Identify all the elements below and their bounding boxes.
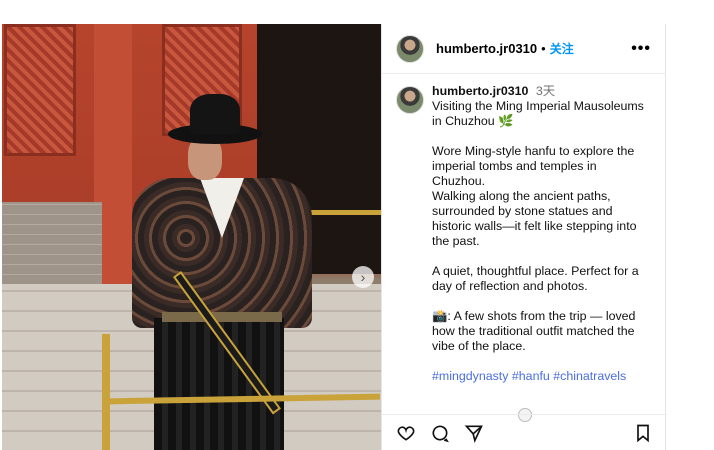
heart-icon: [397, 425, 415, 441]
bookmark-icon: [637, 424, 649, 442]
caption-line: Chuzhou.: [432, 174, 486, 188]
post-details-panel: humberto.jr0310 • 关注 ••• humberto.jr0310…: [381, 24, 667, 450]
share-button[interactable]: [462, 421, 486, 445]
caption-line: historic walls—it felt like stepping int…: [432, 219, 637, 233]
avatar[interactable]: [396, 34, 424, 63]
caption-line: Visiting the Ming Imperial Mausoleums: [432, 99, 644, 113]
username-link[interactable]: humberto.jr0310: [436, 41, 537, 56]
caption-line: imperial tombs and temples in: [432, 159, 597, 173]
action-bar: [382, 414, 667, 450]
share-icon: [464, 425, 483, 443]
caption-line: surrounded by stone statues and: [432, 204, 613, 218]
handrail-post: [102, 334, 110, 450]
comment-button[interactable]: [428, 421, 452, 445]
stone-wall: [2, 202, 102, 284]
caption-line: the past.: [432, 234, 480, 248]
post-caption: humberto.jr0310 3天 Visiting the Ming Imp…: [396, 84, 658, 384]
caption-line: in Chuzhou 🌿: [432, 114, 514, 128]
caption-line: A quiet, thoughtful place. Perfect for a: [432, 264, 639, 278]
caption-line: day of reflection and photos.: [432, 279, 588, 293]
separator: •: [541, 41, 546, 56]
chevron-right-icon: ›: [360, 269, 366, 285]
post-time[interactable]: 3天: [536, 84, 555, 98]
caption-line: how the traditional outfit matched the: [432, 324, 635, 338]
caption-line: vibe of the place.: [432, 339, 526, 353]
post-photo[interactable]: ›: [2, 24, 381, 450]
lattice-window: [4, 24, 76, 156]
follow-button[interactable]: 关注: [550, 40, 574, 57]
caption-username[interactable]: humberto.jr0310: [432, 84, 528, 98]
hashtags[interactable]: #mingdynasty #hanfu #chinatravels: [432, 369, 644, 384]
next-photo-button[interactable]: ›: [352, 266, 374, 288]
caption-line: Wore Ming-style hanfu to explore the: [432, 144, 635, 158]
caption-avatar[interactable]: [396, 86, 424, 114]
caption-line: Walking along the ancient paths,: [432, 189, 611, 203]
save-button[interactable]: [631, 421, 655, 445]
caption-line: 📸: A few shots from the trip — loved: [432, 309, 636, 323]
post-header: humberto.jr0310 • 关注 •••: [382, 24, 665, 74]
like-button[interactable]: [394, 421, 418, 445]
comment-icon: [432, 425, 449, 442]
more-options-icon[interactable]: •••: [631, 40, 651, 58]
